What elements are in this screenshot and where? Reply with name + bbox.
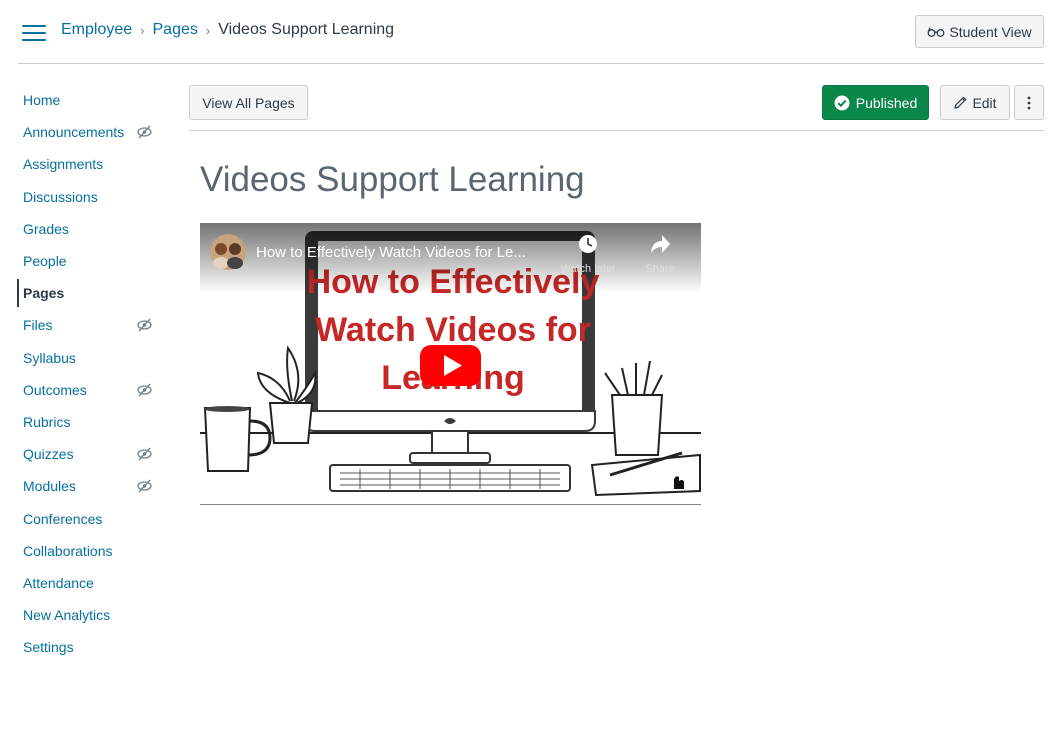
share-label: Share [645, 263, 674, 275]
eye-slash-icon [137, 447, 152, 461]
eye-slash-icon [137, 125, 152, 139]
sidebar-item-label: Discussions [23, 188, 98, 205]
pencil-icon [954, 96, 967, 109]
sidebar-item-label: People [23, 253, 67, 270]
sidebar-item-label: Settings [23, 639, 74, 656]
sidebar-item-label: Files [23, 317, 53, 334]
breadcrumb-pages[interactable]: Pages [153, 21, 198, 39]
sidebar-item-home[interactable]: Home [0, 84, 170, 116]
sidebar-item-label: Grades [23, 220, 69, 237]
breadcrumb: Employee › Pages › Videos Support Learni… [61, 20, 394, 40]
published-label: Published [855, 94, 918, 111]
chevron-right-icon: › [205, 22, 211, 38]
sidebar-item-conferences[interactable]: Conferences [0, 502, 170, 534]
sidebar-item-grades[interactable]: Grades [0, 213, 170, 245]
sidebar-item-new-analytics[interactable]: New Analytics [0, 599, 170, 631]
thumbnail-text-line2: Watch Videos for [315, 311, 591, 349]
page-title: Videos Support Learning [200, 160, 585, 199]
sidebar-item-discussions[interactable]: Discussions [0, 181, 170, 213]
course-navigation: Home Announcements Assignments Discussions G… [0, 84, 170, 663]
video-title[interactable]: How to Effectively Watch Videos for Le..… [256, 244, 526, 261]
sidebar-item-label: Syllabus [23, 349, 76, 366]
watch-later-label: Watch later [560, 263, 616, 275]
sidebar-item-label: Modules [23, 478, 76, 495]
sidebar-item-people[interactable]: People [0, 245, 170, 277]
view-all-pages-button[interactable]: View All Pages [189, 85, 308, 120]
sidebar-item-files[interactable]: Files [0, 309, 170, 341]
sidebar-item-label: Collaborations [23, 542, 113, 559]
sidebar-item-quizzes[interactable]: Quizzes [0, 438, 170, 470]
sidebar-item-outcomes[interactable]: Outcomes [0, 374, 170, 406]
sidebar-item-pages[interactable]: Pages [0, 277, 170, 309]
kebab-menu-icon [1027, 96, 1031, 109]
student-view-button[interactable]: Student View [915, 15, 1044, 48]
sidebar-item-label: New Analytics [23, 607, 111, 624]
sidebar-item-rubrics[interactable]: Rubrics [0, 406, 170, 438]
glasses-icon [927, 26, 945, 37]
check-circle-icon [834, 95, 850, 110]
toolbar-divider [189, 130, 1044, 131]
sidebar-item-label: Rubrics [23, 413, 71, 430]
breadcrumb-employee[interactable]: Employee [61, 21, 132, 39]
sidebar-item-assignments[interactable]: Assignments [0, 148, 170, 180]
youtube-video-embed[interactable]: How to Effectively Watch Videos for Lear… [200, 223, 701, 505]
student-view-label: Student View [949, 23, 1032, 40]
sidebar-item-syllabus[interactable]: Syllabus [0, 342, 170, 374]
sidebar-item-attendance[interactable]: Attendance [0, 567, 170, 599]
eye-slash-icon [137, 318, 152, 332]
sidebar-item-settings[interactable]: Settings [0, 631, 170, 663]
sidebar-item-collaborations[interactable]: Collaborations [0, 535, 170, 567]
sidebar-item-label: Quizzes [23, 446, 74, 463]
sidebar-item-announcements[interactable]: Announcements [0, 116, 170, 148]
video-thumbnail: How to Effectively Watch Videos for Lear… [200, 223, 701, 505]
chevron-right-icon: › [140, 22, 145, 38]
breadcrumb-current: Videos Support Learning [218, 21, 395, 38]
header-divider [18, 63, 1044, 64]
sidebar-item-label: Announcements [23, 124, 125, 141]
more-options-button[interactable] [1014, 85, 1044, 120]
sidebar-item-label: Assignments [23, 156, 104, 173]
sidebar-item-label: Attendance [23, 574, 94, 591]
course-header: Employee › Pages › Videos Support Learni… [0, 0, 1063, 64]
video-divider [200, 504, 701, 505]
eye-slash-icon [137, 479, 152, 493]
sidebar-item-label: Home [23, 92, 61, 109]
eye-slash-icon [137, 383, 152, 397]
sidebar-item-label: Pages [23, 285, 65, 302]
sidebar-item-label: Outcomes [23, 381, 87, 398]
sidebar-item-label: Conferences [23, 510, 103, 527]
published-button[interactable]: Published [822, 85, 929, 120]
hamburger-menu-icon[interactable] [22, 24, 46, 42]
play-button[interactable] [420, 345, 481, 386]
edit-label: Edit [972, 94, 997, 111]
sidebar-item-modules[interactable]: Modules [0, 470, 170, 502]
edit-button[interactable]: Edit [940, 85, 1010, 120]
